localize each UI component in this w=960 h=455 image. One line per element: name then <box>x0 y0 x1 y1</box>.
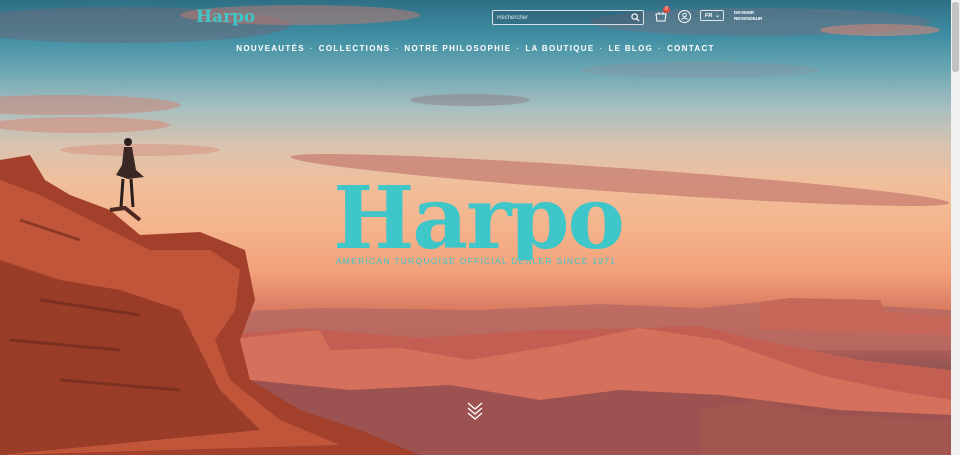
hero-logo: Harpo <box>333 170 625 260</box>
main-nav: NOUVEAUTÉS · COLLECTIONS · NOTRE PHILOSOPHIE… <box>0 44 951 53</box>
hero-title: Harpo <box>333 170 623 260</box>
nav-separator: · <box>516 44 521 53</box>
become-reseller-link[interactable]: DEVENIR REVENDEUR <box>734 10 762 22</box>
language-selector[interactable]: FR ⌄ <box>700 10 724 21</box>
scrollbar-thumb[interactable] <box>952 2 959 72</box>
search-box[interactable] <box>492 10 644 25</box>
nav-item-philosophie[interactable]: NOTRE PHILOSOPHIE <box>404 44 511 53</box>
nav-separator: · <box>309 44 314 53</box>
hero-tagline: AMERICAN TURQUOISE OFFICIAL DEALER SINCE… <box>335 256 617 266</box>
nav-item-blog[interactable]: LE BLOG <box>608 44 653 53</box>
user-icon[interactable] <box>678 10 691 23</box>
language-label: FR <box>705 13 713 19</box>
nav-separator: · <box>395 44 400 53</box>
chevron-down-icon: ⌄ <box>714 13 720 19</box>
nav-item-nouveautes[interactable]: NOUVEAUTÉS <box>236 44 305 53</box>
search-icon[interactable] <box>631 13 640 22</box>
reseller-line2: REVENDEUR <box>734 16 763 21</box>
nav-item-boutique[interactable]: LA BOUTIQUE <box>525 44 594 53</box>
header-logo[interactable]: Harpo <box>196 7 255 27</box>
nav-separator: · <box>658 44 663 53</box>
nav-item-collections[interactable]: COLLECTIONS <box>319 44 391 53</box>
search-input[interactable] <box>497 11 622 24</box>
nav-separator: · <box>599 44 604 53</box>
cart-count-badge: 0 <box>663 6 670 13</box>
nav-item-contact[interactable]: CONTACT <box>667 44 715 53</box>
site-header: Harpo 0 FR ⌄ DEVENIR REVENDEUR NOUVEAUTÉ… <box>0 0 951 60</box>
chevrons-down-icon[interactable] <box>466 401 484 421</box>
hiker-silhouette <box>116 138 144 208</box>
